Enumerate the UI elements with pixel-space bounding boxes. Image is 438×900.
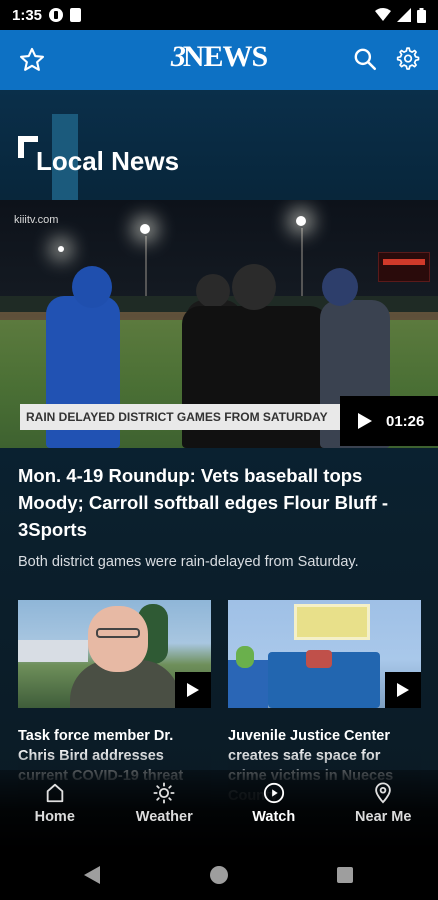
status-time: 1:35	[12, 6, 43, 24]
nav-watch-label: Watch	[252, 809, 296, 825]
card-thumbnail	[228, 600, 421, 708]
section-title: Local News	[36, 146, 180, 176]
sun-icon	[153, 782, 175, 804]
play-icon	[358, 413, 372, 429]
nav-weather[interactable]: Weather	[110, 770, 220, 850]
hero-summary: Both district games were rain-delayed fr…	[18, 554, 359, 570]
play-icon	[397, 683, 409, 697]
hero-video-thumbnail[interactable]: kiiitv.com RAIN DELAYED DISTRICT GAMES F…	[0, 200, 438, 448]
brand-word: NEWS	[182, 40, 268, 73]
search-button[interactable]	[352, 46, 378, 77]
location-pin-icon	[375, 782, 392, 804]
nav-weather-label: Weather	[135, 809, 193, 825]
main-content: Local News kiiitv.com RAIN DELAYED DISTR…	[0, 90, 438, 850]
stadium-light	[140, 224, 150, 234]
signal-icon	[397, 8, 411, 22]
bottom-nav: Home Weather Watch Near Me	[0, 770, 438, 850]
app-bar: 3NEWS	[0, 30, 438, 90]
pillow	[306, 650, 332, 668]
coach-blue-head	[72, 266, 112, 308]
scoreboard	[378, 252, 430, 282]
system-nav-bar	[0, 850, 438, 900]
nav-home-label: Home	[34, 809, 75, 825]
light-pole	[301, 228, 303, 298]
nav-near-me[interactable]: Near Me	[329, 770, 438, 850]
video-duration: 01:26	[386, 412, 425, 430]
home-icon	[46, 783, 63, 803]
glasses	[96, 628, 140, 638]
umpire-back-head	[232, 264, 276, 310]
window	[294, 604, 370, 640]
gear-icon	[396, 47, 420, 70]
nav-home[interactable]: Home	[0, 770, 110, 850]
video-lower-third: RAIN DELAYED DISTRICT GAMES FROM SATURDA…	[20, 404, 340, 430]
settings-button[interactable]	[394, 46, 420, 77]
play-icon	[187, 683, 199, 697]
speaker-head	[88, 606, 148, 672]
battery-icon	[417, 7, 426, 23]
play-circle-icon	[263, 782, 284, 804]
news-card[interactable]: Task force member Dr. Chris Bird address…	[18, 600, 211, 808]
video-watermark: kiiitv.com	[14, 214, 59, 226]
card-thumbnail	[18, 600, 211, 708]
stadium-light	[296, 216, 306, 226]
section-header: Local News	[0, 90, 438, 200]
home-button-icon[interactable]	[210, 866, 228, 884]
sim-card-icon	[70, 8, 82, 22]
back-icon[interactable]	[84, 866, 100, 884]
stadium-light	[58, 246, 64, 252]
hero-headline[interactable]: Mon. 4-19 Roundup: Vets baseball tops Mo…	[18, 462, 422, 543]
card-play-button[interactable]	[385, 672, 421, 708]
nav-near-me-label: Near Me	[355, 809, 412, 825]
search-icon	[354, 48, 377, 71]
recent-apps-icon[interactable]	[337, 867, 353, 883]
coach-gray-head	[322, 268, 358, 306]
wifi-icon	[375, 8, 391, 21]
play-button[interactable]: 01:26	[340, 396, 438, 446]
toy	[236, 646, 254, 668]
section-corner-mark-h	[18, 136, 38, 142]
light-pole	[145, 236, 147, 298]
building	[18, 640, 88, 662]
umpire-head	[196, 274, 230, 308]
nav-watch[interactable]: Watch	[219, 770, 329, 850]
card-play-button[interactable]	[175, 672, 211, 708]
notification-app-icon	[49, 8, 64, 22]
status-bar: 1:35	[0, 0, 438, 30]
